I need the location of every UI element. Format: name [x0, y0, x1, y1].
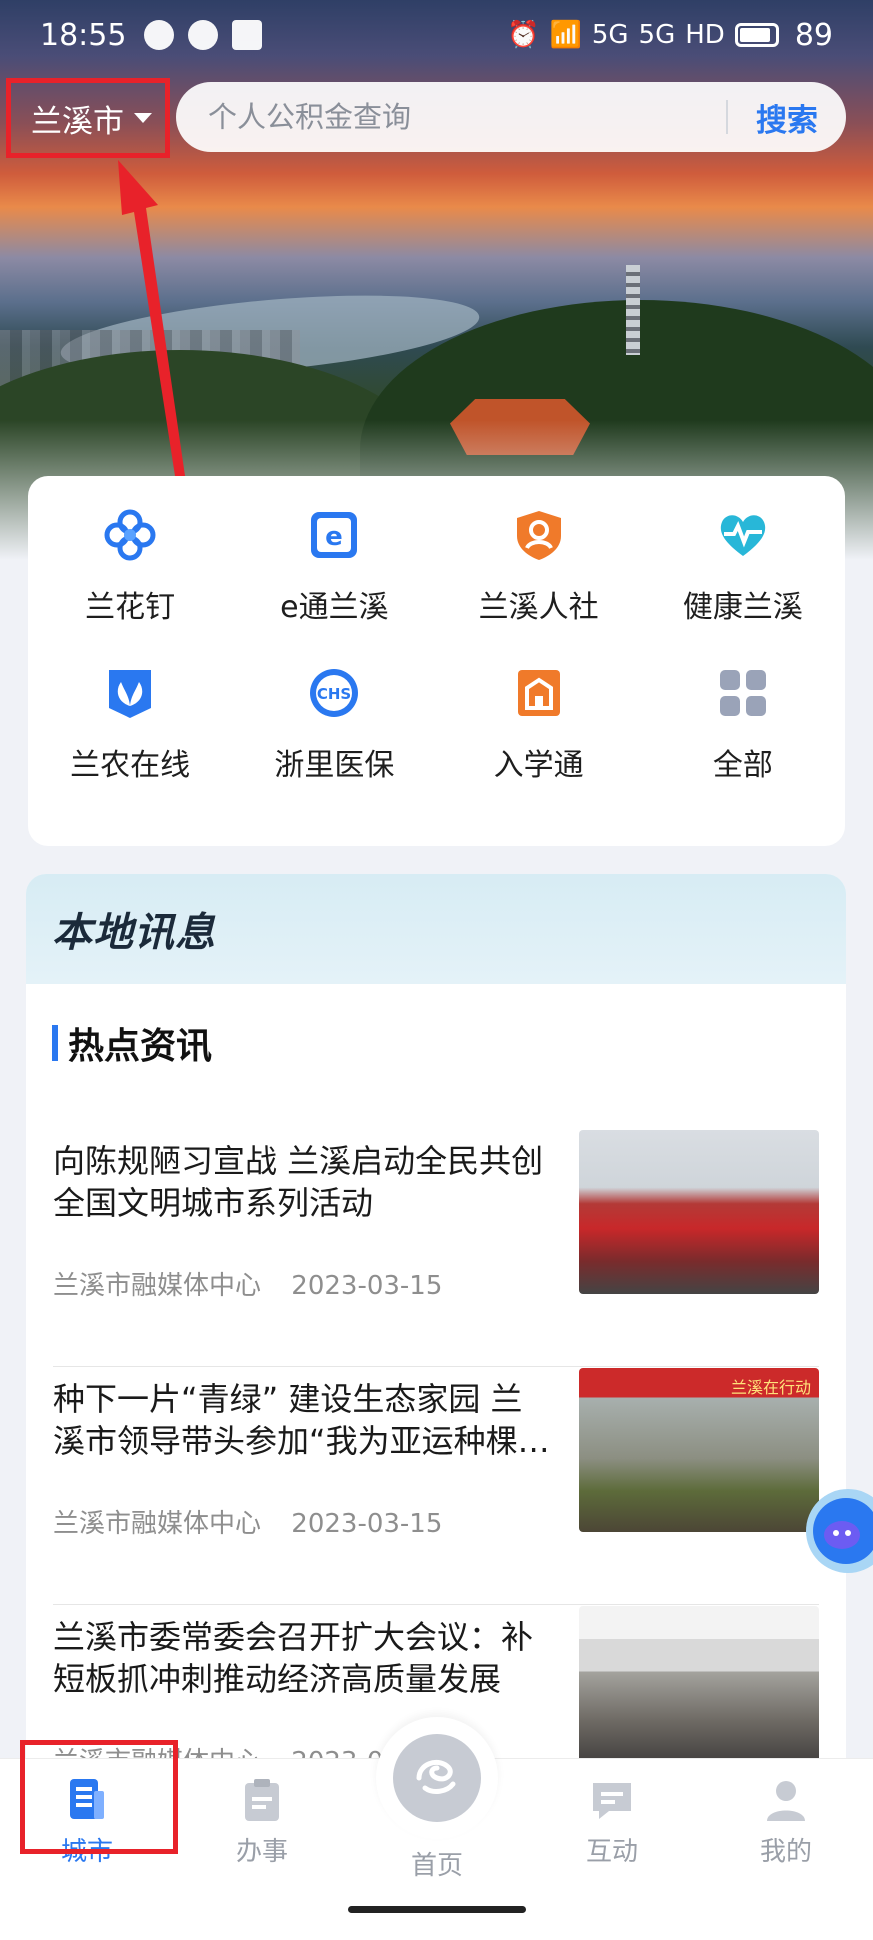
caret-down-icon	[134, 113, 152, 123]
signal-label-1: 5G	[591, 20, 629, 50]
status-time: 18:55	[40, 17, 127, 53]
service-renshe[interactable]: 兰溪人社	[437, 500, 641, 658]
status-bar: 18:55 ⏰ 📶 5G 5G HD 89	[0, 0, 873, 70]
service-all[interactable]: 全部	[641, 658, 845, 816]
service-label: 入学通	[493, 748, 584, 783]
shield-person-icon	[516, 511, 561, 560]
wifi-icon: 📶	[549, 20, 582, 50]
city-name: 兰溪市	[31, 103, 124, 140]
nav-label-home: 首页	[410, 1851, 463, 1881]
service-label: e通兰溪	[280, 590, 389, 625]
heart-pulse-icon	[720, 515, 766, 556]
user-icon	[767, 1781, 805, 1821]
nav-mine[interactable]: 我的	[726, 1777, 846, 1868]
chat-icon	[593, 1783, 631, 1819]
nav-label: 办事	[235, 1837, 288, 1867]
svg-text:e: e	[326, 522, 344, 552]
service-label: 健康兰溪	[682, 590, 803, 625]
leaf-icon	[109, 670, 152, 718]
local-news-title: 本地讯息	[52, 910, 216, 956]
nav-label: 互动	[585, 1837, 638, 1867]
signal-label-2: 5G	[638, 20, 676, 50]
thumbnail-banner-text: 兰溪在行动	[730, 1378, 811, 1397]
hot-news-title: 热点资讯	[68, 1026, 213, 1067]
flower-icon	[104, 509, 156, 561]
news-title: 种下一片“青绿” 建设生态家园 兰溪市领导带头参加“我为亚运种棵树”活动	[53, 1380, 523, 1460]
app-notification-icon	[232, 20, 263, 50]
nav-home[interactable]	[376, 1717, 498, 1839]
service-label: 浙里医保	[274, 748, 395, 783]
city-selector[interactable]: 兰溪市	[6, 78, 170, 158]
news-source: 兰溪市融媒体中心	[53, 1271, 262, 1301]
news-date: 2023-03-15	[291, 1271, 443, 1301]
grid-icon	[719, 670, 766, 716]
svg-text:CHS: CHS	[317, 685, 351, 703]
city-document-icon	[70, 1779, 104, 1819]
status-right: ⏰ 📶 5G 5G HD 89	[507, 18, 833, 53]
nav-service[interactable]: 办事	[202, 1777, 322, 1868]
service-lanhuading[interactable]: 兰花钉	[28, 500, 232, 658]
service-label: 兰农在线	[70, 748, 191, 783]
local-news-header: 本地讯息	[26, 874, 846, 984]
news-thumbnail	[579, 1130, 819, 1294]
news-meta: 兰溪市融媒体中心 2023-03-15	[53, 1265, 442, 1302]
news-title: 向陈规陋习宣战 兰溪启动全民共创全国文明城市系列活动	[53, 1142, 544, 1222]
service-ruxue[interactable]: 入学通	[437, 658, 641, 816]
services-grid: 兰花钉 e e通兰溪 兰溪人社 健康兰溪 兰农在线 CHS 浙里医保 入学通 全…	[28, 476, 845, 846]
nav-city[interactable]: 城市	[27, 1777, 147, 1868]
chs-icon: CHS	[310, 669, 359, 717]
message-icon	[144, 20, 175, 50]
e-badge-icon: e	[311, 512, 358, 558]
service-label: 兰花钉	[85, 590, 176, 625]
notification-icon	[188, 20, 219, 50]
news-thumbnail	[579, 1606, 819, 1770]
home-logo-icon	[393, 1734, 481, 1822]
clipboard-icon	[245, 1779, 279, 1821]
news-meta: 兰溪市融媒体中心 2023-03-15	[53, 1503, 442, 1540]
news-item-2[interactable]: 种下一片“青绿” 建设生态家园 兰溪市领导带头参加“我为亚运种棵树”活动 兰溪市…	[53, 1368, 819, 1605]
service-etong[interactable]: e e通兰溪	[232, 500, 436, 658]
news-item-1[interactable]: 向陈规陋习宣战 兰溪启动全民共创全国文明城市系列活动 兰溪市融媒体中心 2023…	[53, 1130, 819, 1367]
nav-label: 城市	[60, 1837, 113, 1867]
search-bar[interactable]: 搜索	[176, 82, 846, 152]
hero-pagoda	[626, 265, 640, 355]
hd-label: HD	[685, 20, 725, 50]
nav-interact[interactable]: 互动	[552, 1777, 672, 1868]
service-lannong[interactable]: 兰农在线	[28, 658, 232, 816]
hot-news-heading: 热点资讯	[52, 1020, 846, 1067]
service-health[interactable]: 健康兰溪	[641, 500, 845, 658]
battery-icon	[734, 23, 779, 47]
nav-label: 我的	[759, 1837, 812, 1867]
service-yibao[interactable]: CHS 浙里医保	[232, 658, 436, 816]
alarm-icon: ⏰	[507, 20, 540, 50]
search-input[interactable]	[176, 100, 726, 134]
news-date: 2023-03-15	[291, 1509, 443, 1539]
home-indicator[interactable]	[348, 1906, 526, 1913]
heading-accent-bar	[52, 1025, 58, 1061]
service-label: 全部	[712, 748, 773, 783]
search-button[interactable]: 搜索	[728, 95, 846, 140]
news-title: 兰溪市委常委会召开扩大会议：补短板抓冲刺推动经济高质量发展	[53, 1618, 534, 1698]
battery-level: 89	[794, 17, 833, 53]
news-source: 兰溪市融媒体中心	[53, 1509, 262, 1539]
school-icon	[517, 670, 560, 716]
news-thumbnail: 兰溪在行动	[579, 1368, 819, 1532]
service-label: 兰溪人社	[478, 590, 599, 625]
home-swirl-icon	[416, 1760, 456, 1794]
assistant-robot-icon[interactable]	[790, 1475, 873, 1585]
